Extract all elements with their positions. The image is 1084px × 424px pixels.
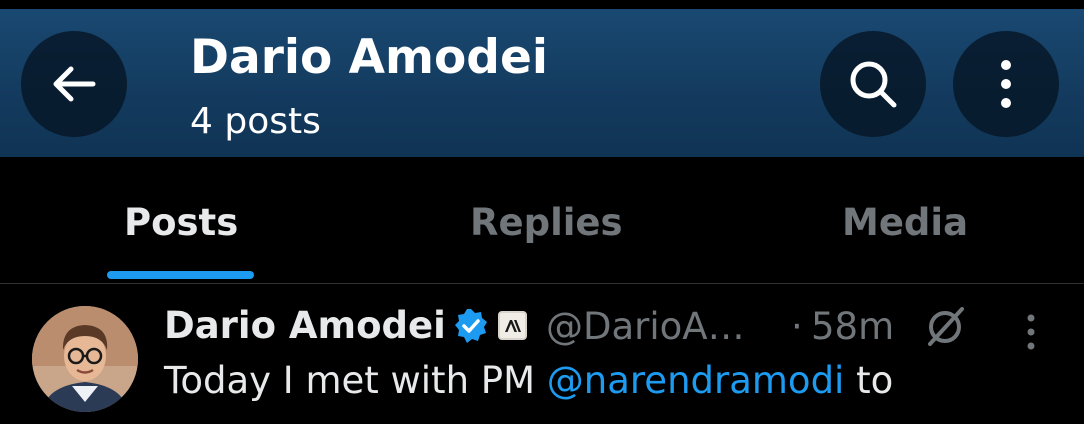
more-vertical-icon [1001, 60, 1011, 108]
more-options-button[interactable] [953, 31, 1059, 137]
grok-icon[interactable] [922, 304, 968, 350]
author-name[interactable]: Dario Amodei [164, 304, 446, 347]
search-button[interactable] [820, 31, 926, 137]
avatar[interactable] [32, 306, 138, 412]
post-text-after: to [844, 359, 894, 402]
post-item[interactable]: Dario Amodei @DarioA… · 58m Today I met … [0, 284, 1084, 424]
author-handle[interactable]: @DarioA… [546, 305, 745, 348]
post-header: Dario Amodei @DarioA… · 58m [164, 302, 1064, 352]
anthropic-logo-icon[interactable] [498, 311, 527, 340]
tab-media[interactable]: Media [842, 201, 968, 244]
post-timestamp[interactable]: 58m [811, 305, 894, 348]
search-icon [850, 61, 897, 108]
arrow-left-icon [53, 66, 96, 102]
profile-header: Dario Amodei 4 posts [0, 0, 1084, 157]
profile-name: Dario Amodei [190, 30, 548, 85]
post-body: Today I met with PM @narendramodi to [164, 358, 893, 404]
post-count: 4 posts [190, 101, 321, 142]
tab-replies[interactable]: Replies [470, 201, 623, 244]
tab-posts[interactable]: Posts [124, 201, 238, 244]
separator-dot: · [791, 305, 803, 348]
back-button[interactable] [21, 31, 127, 137]
post-text-before: Today I met with PM [164, 359, 547, 402]
more-vertical-icon[interactable] [1014, 312, 1048, 352]
active-tab-indicator [107, 271, 254, 279]
profile-tabs: Posts Replies Media [0, 157, 1084, 284]
verified-badge-icon [455, 309, 487, 343]
mention-link[interactable]: @narendramodi [547, 359, 845, 402]
status-strip [0, 0, 1084, 9]
